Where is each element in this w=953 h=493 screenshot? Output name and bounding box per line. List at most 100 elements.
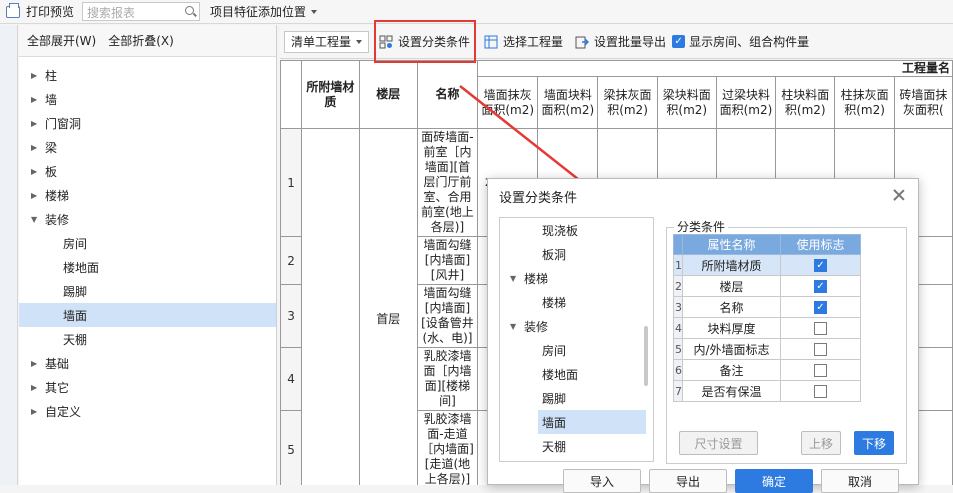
cancel-button[interactable]: 取消 — [821, 469, 899, 493]
tree-item[interactable]: ▶ 基础 — [19, 351, 276, 375]
dialog-tree-item[interactable]: 房间 — [500, 338, 653, 362]
dialog-tree-item[interactable]: 楼地面 — [500, 362, 653, 386]
chevron-right-icon[interactable]: ▶ — [31, 407, 45, 416]
quantity-column-header[interactable]: 墙面块料面积(m2) — [537, 76, 599, 129]
dialog-tree-item[interactable]: ▼ 装修 — [500, 314, 653, 338]
quantity-column-header[interactable]: 柱抹灰面积(m2) — [834, 76, 895, 129]
attribute-row[interactable]: 5 内/外墙面标志 — [673, 338, 861, 360]
quantity-type-dropdown[interactable]: 清单工程量 — [284, 30, 370, 53]
tree-item-label: 基础 — [45, 356, 70, 371]
tree-item[interactable]: ▶ 墙 — [19, 87, 276, 111]
dialog-tree-item[interactable]: 天棚 — [500, 434, 653, 458]
checkbox-unchecked[interactable] — [814, 343, 827, 356]
chevron-right-icon[interactable]: ▶ — [31, 167, 45, 176]
quantity-column-header[interactable]: 过梁块料面积(m2) — [715, 76, 777, 129]
attr-flag-header: 使用标志 — [780, 234, 861, 255]
tree-item[interactable]: 房间 — [19, 231, 276, 255]
chevron-right-icon[interactable]: ▶ — [31, 143, 45, 152]
checkbox-unchecked[interactable] — [814, 322, 827, 335]
dialog-tree-item[interactable]: 楼梯 — [500, 290, 653, 314]
quantity-type-value: 清单工程量 — [291, 35, 352, 49]
row-number: 3 — [280, 284, 303, 348]
set-category-button[interactable]: 设置分类条件 — [379, 33, 470, 50]
tree-item-label: 墙面 — [63, 308, 88, 323]
report-search-input[interactable]: 搜索报表 — [82, 2, 200, 21]
show-rooms-label: 显示房间、组合构件量 — [689, 35, 810, 49]
chevron-right-icon[interactable]: ▶ — [31, 71, 45, 80]
chevron-right-icon[interactable]: ▶ — [31, 383, 45, 392]
batch-export-label: 设置批量导出 — [594, 35, 667, 49]
checkbox-checked[interactable]: ✓ — [814, 301, 827, 314]
chevron-right-icon[interactable]: ▶ — [31, 191, 45, 200]
checkbox-checked[interactable]: ✓ — [814, 259, 827, 272]
close-icon[interactable] — [892, 188, 906, 202]
import-button[interactable]: 导入 — [563, 469, 641, 493]
chevron-down-icon[interactable]: ▼ — [510, 322, 524, 331]
move-down-button[interactable]: 下移 — [854, 431, 894, 455]
ok-button[interactable]: 确定 — [735, 469, 813, 493]
attribute-row[interactable]: 2 楼层 ✓ — [673, 275, 861, 297]
dialog-tree-item[interactable]: 踢脚 — [500, 386, 653, 410]
checkbox-checked-icon: ✓ — [672, 35, 686, 48]
checkbox-unchecked[interactable] — [814, 385, 827, 398]
chevron-right-icon[interactable]: ▶ — [31, 359, 45, 368]
header-wall-material[interactable]: 所附墙材质 — [301, 60, 360, 129]
collapse-all-button[interactable]: 全部折叠(X) — [108, 32, 174, 49]
quantity-column-header[interactable]: 梁块料面积(m2) — [656, 76, 717, 129]
expand-all-button[interactable]: 全部展开(W) — [27, 32, 96, 49]
tree-item-label: 天棚 — [63, 332, 88, 347]
chevron-down-icon[interactable]: ▼ — [31, 215, 45, 224]
project-feature-label: 项目特征添加位置 — [210, 5, 307, 19]
quantity-column-header[interactable]: 梁抹灰面积(m2) — [597, 76, 658, 129]
dialog-tree-item-label: 板洞 — [542, 247, 567, 262]
header-name[interactable]: 名称 — [416, 60, 479, 129]
dialog-tree-item-label: 楼梯 — [542, 295, 567, 310]
dialog-tree-item[interactable]: 现浇板 — [500, 218, 653, 242]
attribute-row[interactable]: 6 备注 — [673, 359, 861, 381]
set-category-label: 设置分类条件 — [398, 35, 471, 49]
attribute-row[interactable]: 4 块料厚度 — [673, 317, 861, 339]
tree-item[interactable]: ▶ 自定义 — [19, 399, 276, 423]
project-feature-position-dropdown[interactable]: 项目特征添加位置 — [210, 3, 318, 20]
tree-item[interactable]: ▶ 其它 — [19, 375, 276, 399]
chevron-right-icon[interactable]: ▶ — [31, 119, 45, 128]
attribute-flag-cell: ✓ — [780, 296, 861, 318]
dialog-tree-item[interactable]: 板洞 — [500, 242, 653, 266]
dialog-tree-item[interactable]: 墙面 — [538, 410, 646, 434]
checkbox-unchecked[interactable] — [814, 364, 827, 377]
attribute-row[interactable]: 7 是否有保温 — [673, 380, 861, 402]
print-preview-button[interactable]: 打印预览 — [0, 2, 80, 20]
checkbox-checked[interactable]: ✓ — [814, 280, 827, 293]
tree-item[interactable]: ▶ 梁 — [19, 135, 276, 159]
attribute-name: 是否有保温 — [682, 380, 781, 402]
attribute-row[interactable]: 1 所附墙材质 ✓ — [673, 254, 861, 276]
tree-item[interactable]: 天棚 — [19, 327, 276, 351]
move-up-button[interactable]: 上移 — [801, 431, 841, 455]
tree-scrollbar[interactable] — [644, 326, 648, 386]
dialog-tree-item[interactable]: ▼ 楼梯 — [500, 266, 653, 290]
tree-item[interactable]: ▶ 楼梯 — [19, 183, 276, 207]
chevron-down-icon — [311, 9, 318, 14]
chevron-right-icon[interactable]: ▶ — [31, 95, 45, 104]
tree-item[interactable]: ▶ 门窗洞 — [19, 111, 276, 135]
quantity-column-header[interactable]: 柱块料面积(m2) — [775, 76, 836, 129]
tree-item[interactable]: 楼地面 — [19, 255, 276, 279]
tree-item-label: 墙 — [45, 92, 58, 107]
attribute-row[interactable]: 3 名称 ✓ — [673, 296, 861, 318]
quantity-column-header[interactable]: 墙面抹灰面积(m2) — [477, 76, 539, 129]
header-floor[interactable]: 楼层 — [358, 60, 418, 129]
tree-item[interactable]: ▶ 柱 — [19, 63, 276, 87]
batch-export-button[interactable]: 设置批量导出 — [575, 33, 666, 50]
tree-item[interactable]: ▼ 装修 — [19, 207, 276, 231]
search-icon[interactable] — [185, 6, 194, 15]
tree-item[interactable]: 墙面 — [19, 303, 276, 327]
tree-item[interactable]: ▶ 板 — [19, 159, 276, 183]
show-rooms-checkbox[interactable]: ✓ 显示房间、组合构件量 — [672, 33, 809, 50]
tree-item[interactable]: 踢脚 — [19, 279, 276, 303]
size-settings-button[interactable]: 尺寸设置 — [679, 431, 758, 455]
select-quantity-button[interactable]: 选择工程量 — [484, 33, 563, 50]
top-bar: 打印预览 搜索报表 项目特征添加位置 — [0, 0, 953, 24]
chevron-down-icon[interactable]: ▼ — [510, 274, 524, 283]
export-button[interactable]: 导出 — [649, 469, 727, 493]
quantity-column-header[interactable]: 砖墙面抹灰面积( — [893, 76, 953, 129]
